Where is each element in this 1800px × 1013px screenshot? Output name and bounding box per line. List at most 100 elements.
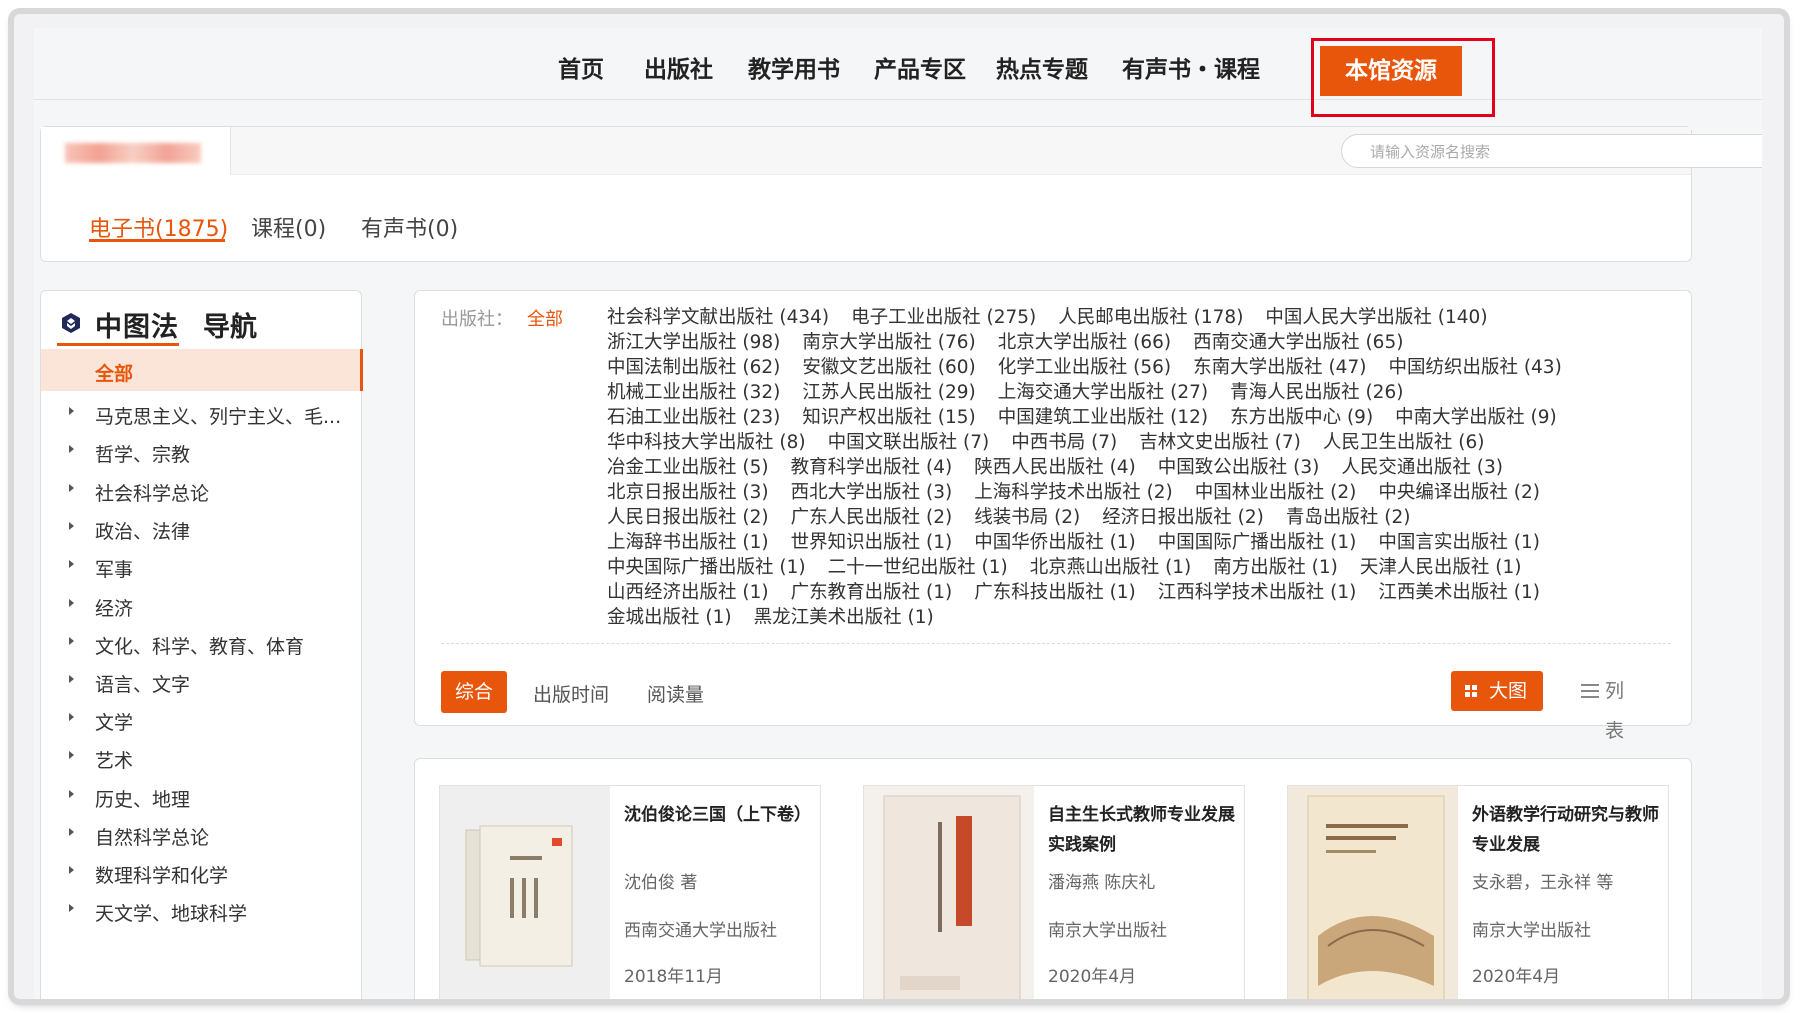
publisher-filter-item[interactable]: 中国言实出版社 (1) [1378, 532, 1540, 553]
nav-audiobooks-courses[interactable]: 有声书・课程 [1122, 50, 1260, 84]
publisher-filter-item[interactable]: 西北大学出版社 (3) [791, 482, 953, 503]
publisher-filter-item[interactable]: 线装书局 (2) [974, 507, 1080, 528]
sidebar-item-label: 数理科学和化学 [95, 865, 229, 887]
nav-publishers[interactable]: 出版社 [644, 50, 713, 84]
publisher-filter-item[interactable]: 青岛出版社 (2) [1286, 507, 1411, 528]
book-cover[interactable] [1288, 786, 1458, 999]
publisher-filter-item[interactable]: 中国人民大学出版社 (140) [1265, 307, 1487, 328]
publisher-filter-item[interactable]: 安徽文艺出版社 (60) [802, 357, 975, 378]
publisher-filter-item[interactable]: 黑龙江美术出版社 (1) [754, 607, 934, 628]
sidebar-item-art[interactable]: 艺术 [41, 737, 363, 777]
publisher-filter-item[interactable]: 人民交通出版社 (3) [1341, 457, 1503, 478]
publisher-filter-item[interactable]: 北京燕山出版社 (1) [1030, 557, 1192, 578]
publisher-filter-item[interactable]: 南方出版社 (1) [1213, 557, 1338, 578]
sort-by-reads[interactable]: 阅读量 [647, 680, 704, 707]
publisher-filter-item[interactable]: 社会科学文献出版社 (434) [607, 307, 829, 328]
publisher-filter-item[interactable]: 机械工业出版社 (32) [607, 382, 780, 403]
publisher-filter-item[interactable]: 中国华侨出版社 (1) [974, 532, 1136, 553]
publisher-filter-item[interactable]: 中西书局 (7) [1011, 432, 1117, 453]
book-title[interactable]: 外语教学行动研究与教师专业发展 [1472, 800, 1662, 860]
publisher-filter-item[interactable]: 知识产权出版社 (15) [802, 407, 975, 428]
sidebar-item-politics-law[interactable]: 政治、法律 [41, 508, 363, 548]
publisher-filter-item[interactable]: 青海人民出版社 (26) [1230, 382, 1403, 403]
publisher-filter-item[interactable]: 广东人民出版社 (2) [791, 507, 953, 528]
publisher-filter-item[interactable]: 中国建筑工业出版社 (12) [998, 407, 1208, 428]
sidebar-item-astronomy-earth[interactable]: 天文学、地球科学 [41, 890, 363, 930]
sidebar-item-culture-education[interactable]: 文化、科学、教育、体育 [41, 623, 363, 663]
publisher-filter-item[interactable]: 经济日报出版社 (2) [1102, 507, 1264, 528]
publisher-filter-item[interactable]: 中国林业出版社 (2) [1195, 482, 1357, 503]
nav-home[interactable]: 首页 [558, 50, 604, 84]
sidebar-item-marxism[interactable]: 马克思主义、列宁主义、毛... [41, 393, 363, 433]
search-input[interactable] [1370, 141, 1762, 163]
publisher-filter-item[interactable]: 化学工业出版社 (56) [998, 357, 1171, 378]
publisher-filter-item[interactable]: 中国国际广播出版社 (1) [1158, 532, 1357, 553]
book-title[interactable]: 自主生长式教师专业发展实践案例 [1048, 800, 1238, 860]
publisher-filter-item[interactable]: 南京大学出版社 (76) [802, 332, 975, 353]
publisher-filter-item[interactable]: 中央编译出版社 (2) [1378, 482, 1540, 503]
sidebar-item-all[interactable]: 全部 [41, 349, 363, 391]
publisher-filter-item[interactable]: 北京大学出版社 (66) [998, 332, 1171, 353]
sidebar-item-military[interactable]: 军事 [41, 546, 363, 586]
nav-products[interactable]: 产品专区 [874, 50, 966, 84]
publisher-filter-item[interactable]: 冶金工业出版社 (5) [607, 457, 769, 478]
sidebar-item-economics[interactable]: 经济 [41, 585, 363, 625]
publisher-filter-all[interactable]: 全部 [527, 305, 563, 331]
publisher-filter-item[interactable]: 石油工业出版社 (23) [607, 407, 780, 428]
grid-view-button[interactable]: 大图 [1451, 671, 1543, 711]
publisher-filter-item[interactable]: 浙江大学出版社 (98) [607, 332, 780, 353]
publisher-filter-item[interactable]: 吉林文史出版社 (7) [1139, 432, 1301, 453]
sort-comprehensive-button[interactable]: 综合 [441, 671, 507, 713]
publisher-filter-item[interactable]: 陕西人民出版社 (4) [974, 457, 1136, 478]
publisher-filter-item[interactable]: 人民日报出版社 (2) [607, 507, 769, 528]
sidebar-item-social-science[interactable]: 社会科学总论 [41, 470, 363, 510]
publisher-filter-item[interactable]: 世界知识出版社 (1) [791, 532, 953, 553]
publisher-filter-item[interactable]: 中南大学出版社 (9) [1395, 407, 1557, 428]
publisher-filter-item[interactable]: 江西美术出版社 (1) [1378, 582, 1540, 603]
publisher-filter-item[interactable]: 上海辞书出版社 (1) [607, 532, 769, 553]
publisher-filter-item[interactable]: 山西经济出版社 (1) [607, 582, 769, 603]
publisher-filter-item[interactable]: 天津人民出版社 (1) [1360, 557, 1522, 578]
book-card[interactable]: 沈伯俊论三国（上下卷） 沈伯俊 著 西南交通大学出版社 2018年11月 [439, 785, 821, 999]
publisher-filter-item[interactable]: 广东科技出版社 (1) [974, 582, 1136, 603]
publisher-filter-item[interactable]: 北京日报出版社 (3) [607, 482, 769, 503]
nav-hot-topics[interactable]: 热点专题 [996, 50, 1088, 84]
tab-audiobooks[interactable]: 有声书(0) [361, 211, 458, 243]
publisher-filter-item[interactable]: 中国致公出版社 (3) [1158, 457, 1320, 478]
publisher-filter-item[interactable]: 中国纺织出版社 (43) [1388, 357, 1561, 378]
publisher-filter-item[interactable]: 广东教育出版社 (1) [791, 582, 953, 603]
publisher-filter-item[interactable]: 人民邮电出版社 (178) [1058, 307, 1243, 328]
nav-textbooks[interactable]: 教学用书 [748, 50, 840, 84]
sidebar-item-language[interactable]: 语言、文字 [41, 661, 363, 701]
book-card[interactable]: 自主生长式教师专业发展实践案例 潘海燕 陈庆礼 南京大学出版社 2020年4月 [863, 785, 1245, 999]
publisher-filter-item[interactable]: 西南交通大学出版社 (65) [1193, 332, 1403, 353]
publisher-filter-item[interactable]: 中国法制出版社 (62) [607, 357, 780, 378]
sidebar-item-math-chemistry[interactable]: 数理科学和化学 [41, 852, 363, 892]
publisher-filter-item[interactable]: 二十一世纪出版社 (1) [828, 557, 1008, 578]
publisher-row: 山西经济出版社 (1) 广东教育出版社 (1) 广东科技出版社 (1) 江西科学技术出… [607, 578, 1667, 603]
publisher-filter-item[interactable]: 东南大学出版社 (47) [1193, 357, 1366, 378]
sidebar-item-literature[interactable]: 文学 [41, 699, 363, 739]
publisher-filter-item[interactable]: 中央国际广播出版社 (1) [607, 557, 806, 578]
publisher-filter-item[interactable]: 华中科技大学出版社 (8) [607, 432, 806, 453]
sort-by-publish-time[interactable]: 出版时间 [533, 680, 609, 707]
publisher-filter-item[interactable]: 东方出版中心 (9) [1230, 407, 1373, 428]
book-card[interactable]: 外语教学行动研究与教师专业发展 支永碧，王永祥 等 南京大学出版社 2020年4… [1287, 785, 1669, 999]
publisher-filter-item[interactable]: 金城出版社 (1) [607, 607, 732, 628]
publisher-filter-item[interactable]: 教育科学出版社 (4) [791, 457, 953, 478]
sidebar-item-history-geography[interactable]: 历史、地理 [41, 776, 363, 816]
sidebar-item-natural-science[interactable]: 自然科学总论 [41, 814, 363, 854]
sidebar-item-label: 社会科学总论 [95, 483, 210, 505]
book-title[interactable]: 沈伯俊论三国（上下卷） [624, 800, 814, 830]
publisher-filter-item[interactable]: 上海科学技术出版社 (2) [974, 482, 1173, 503]
sidebar-item-philosophy[interactable]: 哲学、宗教 [41, 431, 363, 471]
publisher-filter-item[interactable]: 电子工业出版社 (275) [851, 307, 1036, 328]
book-cover[interactable] [864, 786, 1034, 999]
tab-courses[interactable]: 课程(0) [251, 211, 326, 243]
publisher-filter-item[interactable]: 江苏人民出版社 (29) [802, 382, 975, 403]
publisher-filter-item[interactable]: 江西科学技术出版社 (1) [1158, 582, 1357, 603]
publisher-filter-item[interactable]: 中国文联出版社 (7) [828, 432, 990, 453]
book-cover[interactable] [440, 786, 610, 999]
publisher-filter-item[interactable]: 人民卫生出版社 (6) [1323, 432, 1485, 453]
publisher-filter-item[interactable]: 上海交通大学出版社 (27) [998, 382, 1208, 403]
